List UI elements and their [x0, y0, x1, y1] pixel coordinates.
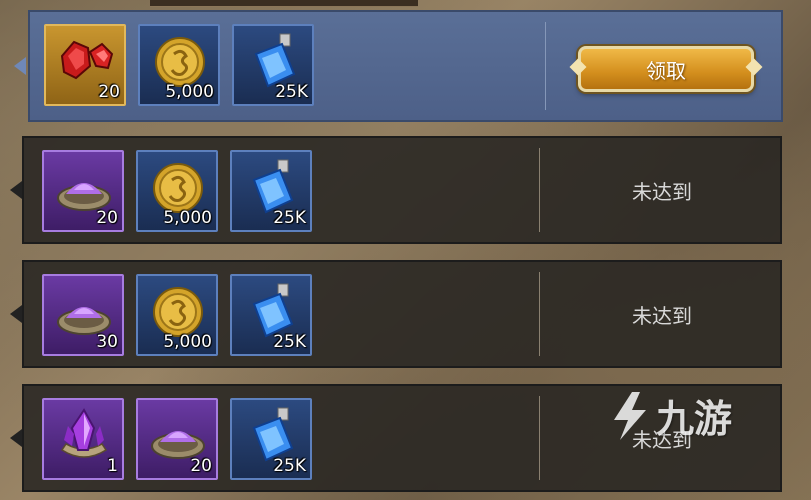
row-divider — [539, 396, 540, 480]
status-not-reached: 未达到 — [632, 179, 692, 204]
reward-row-3: 30 5,000 25K 未达到 — [10, 260, 782, 368]
row-divider — [539, 148, 540, 232]
reward-slot-purple-dust[interactable]: 30 — [42, 274, 124, 356]
reward-row-2: 20 5,000 25K 未达到 — [10, 136, 782, 244]
reward-slot-purple-dust[interactable]: 20 — [42, 150, 124, 232]
watermark-logo-icon — [614, 391, 646, 440]
reward-qty: 25K — [273, 332, 306, 352]
reward-qty: 5,000 — [163, 332, 212, 352]
status-not-reached: 未达到 — [632, 303, 692, 328]
reward-qty: 25K — [273, 456, 306, 476]
reward-qty: 5,000 — [163, 208, 212, 228]
row-pointer-icon — [10, 429, 22, 447]
reward-qty: 25K — [273, 208, 306, 228]
watermark: 九游 — [610, 388, 732, 443]
reward-slot-potion[interactable]: 25K — [230, 398, 312, 480]
reward-slot-gold-coin[interactable]: 5,000 — [136, 274, 218, 356]
watermark-text: 九游 — [656, 397, 733, 441]
reward-slot-gold-coin[interactable]: 5,000 — [136, 150, 218, 232]
reward-qty: 5,000 — [165, 82, 214, 102]
reward-qty: 20 — [190, 456, 212, 476]
row-pointer-icon — [10, 305, 22, 323]
row-divider — [539, 272, 540, 356]
reward-qty: 20 — [96, 208, 118, 228]
reward-slot-ruby[interactable]: 20 — [44, 24, 126, 106]
row-divider — [545, 22, 546, 110]
reward-qty: 1 — [107, 456, 118, 476]
row-pointer-icon — [14, 57, 26, 75]
top-frame-edge — [150, 0, 418, 7]
reward-slot-purple-crystal[interactable]: 1 — [42, 398, 124, 480]
reward-slot-potion[interactable]: 25K — [230, 150, 312, 232]
reward-slot-purple-dust[interactable]: 20 — [136, 398, 218, 480]
reward-qty: 25K — [275, 82, 308, 102]
reward-slot-potion[interactable]: 25K — [230, 274, 312, 356]
row-pointer-icon — [10, 181, 22, 199]
claim-button[interactable]: 领取 — [578, 46, 754, 92]
reward-slot-gold-coin[interactable]: 5,000 — [138, 24, 220, 106]
reward-qty: 20 — [98, 82, 120, 102]
reward-qty: 30 — [96, 332, 118, 352]
reward-slot-potion[interactable]: 25K — [232, 24, 314, 106]
reward-row-1: 20 5,000 25K 领取 — [14, 10, 783, 122]
